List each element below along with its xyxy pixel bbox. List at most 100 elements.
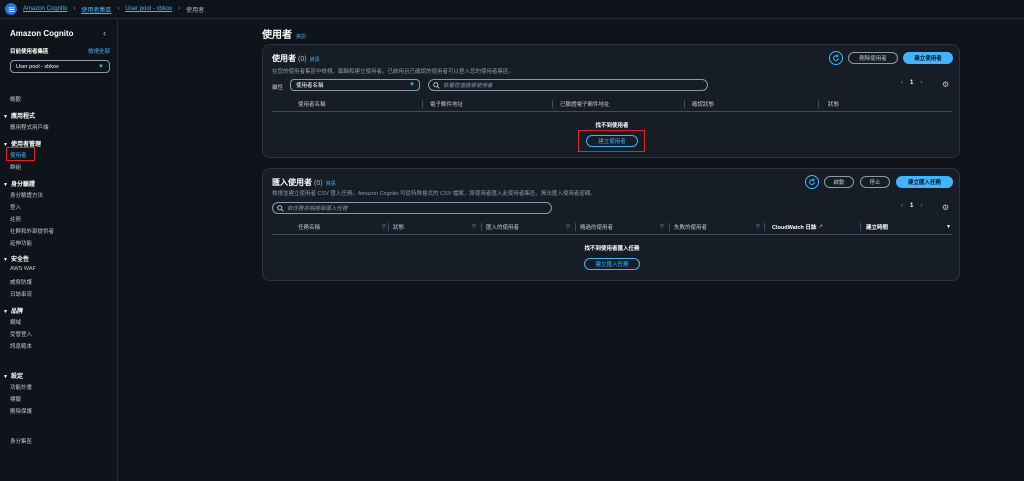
property-select[interactable]: 使用者名稱 ▼ <box>290 79 420 91</box>
sidebar: Amazon Cognito ‹ 目前使用者集區 檢視全部 User pool … <box>0 19 118 481</box>
sidebar-section-branding[interactable]: ▼ 品牌 <box>3 306 23 315</box>
sidebar-item-log-streaming[interactable]: 日誌串流 <box>10 290 32 298</box>
sidebar-item-identity-pools[interactable]: 身分集區 <box>10 437 32 445</box>
sidebar-item-message-templates[interactable]: 訊息範本 <box>10 342 32 350</box>
sort-icon: ▽ <box>660 224 664 230</box>
sidebar-section-authentication[interactable]: ▼ 身分驗證 <box>3 179 35 188</box>
start-button[interactable]: 啟動 <box>824 176 854 188</box>
page-number[interactable]: 1 <box>910 80 913 86</box>
info-link[interactable]: 資訊 <box>326 181 336 187</box>
users-panel-title: 使用者 (0) 資訊 <box>272 53 320 64</box>
breadcrumb-cognito[interactable]: Amazon Cognito <box>23 6 67 12</box>
create-user-button[interactable]: 建立使用者 <box>903 52 953 64</box>
sidebar-item-feature-plans[interactable]: 功能計畫 <box>10 383 32 391</box>
sidebar-item-sign-in[interactable]: 登入 <box>10 203 21 211</box>
sidebar-item-deletion-protection[interactable]: 刪除保護 <box>10 407 32 415</box>
sidebar-item-app-clients[interactable]: 應用程式用戶端 <box>10 123 49 131</box>
chevron-left-icon[interactable]: ‹ <box>103 28 106 38</box>
caret-down-icon: ▼ <box>3 114 8 120</box>
breadcrumb-user-pool[interactable]: User pool - xbkox <box>125 6 172 12</box>
users-pagination: ‹ 1 › <box>901 80 922 86</box>
import-users-panel: 匯入使用者 (0) 資訊 檢視並建立使用者 CSV 匯入任務。Amazon Cogn… <box>262 168 960 281</box>
column-divider <box>860 223 861 231</box>
section-label: 應用程式 <box>10 114 35 120</box>
sidebar-item-aws-waf[interactable]: AWS WAF <box>10 266 36 272</box>
column-label: 任務名稱 <box>298 225 321 231</box>
view-all-link[interactable]: 檢視全部 <box>88 47 110 55</box>
user-pool-select[interactable]: User pool - xbkox ▼ <box>10 60 110 73</box>
menu-icon[interactable] <box>5 3 17 15</box>
users-count: (0) <box>298 56 307 63</box>
current-pool-label: 目前使用者集區 <box>10 49 49 55</box>
column-header-confirmation-status[interactable]: 確認狀態 <box>692 99 714 109</box>
breadcrumb-current: 使用者 <box>186 7 205 14</box>
import-pagination: ‹ 1 › <box>901 203 922 209</box>
sidebar-item-managed-login[interactable]: 受管登入 <box>10 330 32 338</box>
property-label: 屬性 <box>272 85 284 91</box>
sidebar-item-auth-methods[interactable]: 身分驗證方法 <box>10 191 43 199</box>
sidebar-item-domain[interactable]: 網域 <box>10 318 21 326</box>
column-header-failed-users[interactable]: 失敗的使用者 ▽ <box>674 222 762 232</box>
sidebar-item-tags[interactable]: 標籤 <box>10 395 21 403</box>
column-header-status[interactable]: 狀態 <box>828 99 839 109</box>
chevron-left-icon[interactable]: ‹ <box>901 80 903 86</box>
column-divider <box>481 223 482 231</box>
import-search-input[interactable]: 依任務名稱搜尋匯入任務 <box>272 202 552 214</box>
caret-down-icon: ▼ <box>3 309 8 315</box>
column-header-email-verified[interactable]: 已驗證電子郵件地址 <box>560 99 610 109</box>
column-header-skipped-users[interactable]: 略過的使用者 ▽ <box>580 222 666 232</box>
stop-button[interactable]: 停止 <box>860 176 890 188</box>
user-pool-select-value: User pool - xbkox <box>16 63 59 70</box>
section-label: 品牌 <box>10 309 23 315</box>
refresh-button[interactable] <box>805 175 819 189</box>
column-header-username[interactable]: 使用者名稱 <box>298 99 326 109</box>
import-table-header: 任務名稱 ▽ 狀態 ▽ 匯入的使用者 ▽ 略過的使用者 ▽ 失敗的使用者 ▽ CloudW… <box>272 222 952 232</box>
caret-down-icon: ▼ <box>3 374 8 380</box>
sidebar-item-sign-up[interactable]: 註冊 <box>10 215 21 223</box>
sort-icon: ▽ <box>472 224 476 230</box>
search-placeholder: 依屬性值搜尋使用者 <box>443 83 493 89</box>
column-header-job-name[interactable]: 任務名稱 ▽ <box>298 222 388 232</box>
breadcrumb-user-pools[interactable]: 使用者集區 <box>81 5 111 14</box>
column-divider <box>388 223 389 231</box>
refresh-button[interactable] <box>829 51 843 65</box>
sidebar-item-threat-protection[interactable]: 威脅防護 <box>10 278 32 286</box>
sidebar-section-applications[interactable]: ▼ 應用程式 <box>3 111 35 120</box>
gear-icon[interactable]: ⚙ <box>942 203 949 212</box>
column-header-cloudwatch-logs[interactable]: CloudWatch 日誌 ↗ <box>772 222 857 232</box>
sort-icon: ▽ <box>756 224 760 230</box>
column-label: 狀態 <box>393 225 405 231</box>
user-search-input[interactable]: 依屬性值搜尋使用者 <box>428 79 708 91</box>
import-empty-title: 找不到使用者匯入任務 <box>584 246 640 252</box>
sidebar-item-overview[interactable]: 概觀 <box>10 95 21 103</box>
empty-create-import-job-button[interactable]: 建立匯入任務 <box>584 258 640 270</box>
sidebar-item-extensions[interactable]: 延伸功能 <box>10 239 32 247</box>
top-bar: Amazon Cognito › 使用者集區 › User pool - xbk… <box>0 0 1024 19</box>
info-link[interactable]: 資訊 <box>310 57 320 63</box>
sidebar-title: Amazon Cognito <box>10 29 74 38</box>
chevron-left-icon[interactable]: ‹ <box>901 203 903 209</box>
column-header-status[interactable]: 狀態 ▽ <box>393 222 479 232</box>
import-panel-description: 檢視並建立使用者 CSV 匯入任務。Amazon Cognito 可從特殊格式的… <box>272 191 596 197</box>
create-import-job-button[interactable]: 建立匯入任務 <box>896 176 953 188</box>
import-panel-title: 匯入使用者 (0) 資訊 <box>272 177 336 188</box>
sidebar-section-security[interactable]: ▼ 安全性 <box>3 254 29 263</box>
section-label: 設定 <box>10 374 23 380</box>
sidebar-item-groups[interactable]: 群組 <box>10 163 21 171</box>
column-header-imported-users[interactable]: 匯入的使用者 ▽ <box>486 222 574 232</box>
page-number[interactable]: 1 <box>910 203 913 209</box>
gear-icon[interactable]: ⚙ <box>942 80 949 89</box>
sidebar-section-settings[interactable]: ▼ 設定 <box>3 371 23 380</box>
column-label: CloudWatch 日誌 <box>772 225 817 231</box>
chevron-right-icon[interactable]: › <box>920 203 922 209</box>
sidebar-item-social-providers[interactable]: 社群和外部提供者 <box>10 227 54 235</box>
users-table-header: 使用者名稱 電子郵件地址 已驗證電子郵件地址 確認狀態 狀態 <box>272 99 952 109</box>
info-link[interactable]: 資訊 <box>296 34 306 40</box>
caret-down-icon: ▼ <box>409 82 415 88</box>
chevron-right-icon[interactable]: › <box>920 80 922 86</box>
delete-user-button[interactable]: 刪除使用者 <box>848 52 898 64</box>
column-header-email[interactable]: 電子郵件地址 <box>430 99 463 109</box>
column-header-created-time[interactable]: 建立時間 ▼ <box>866 222 952 232</box>
users-empty-title: 找不到使用者 <box>595 123 629 129</box>
page-title: 使用者 資訊 <box>262 26 306 41</box>
